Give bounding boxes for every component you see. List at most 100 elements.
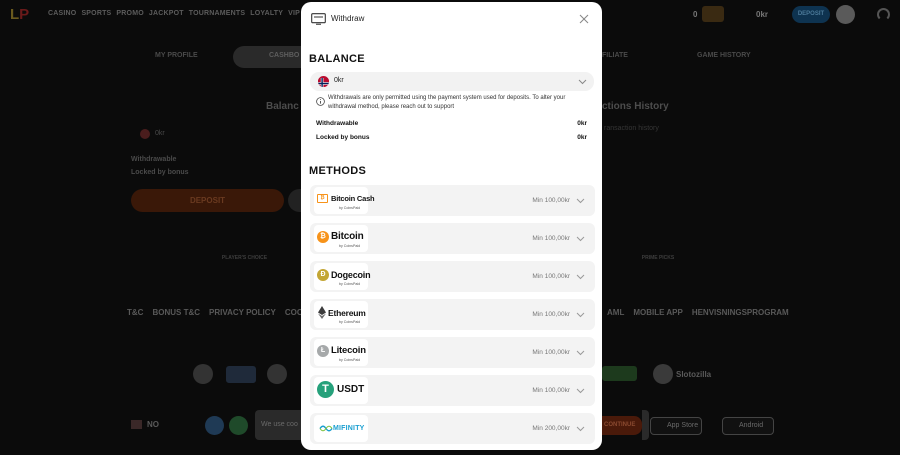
app-store-button[interactable]: App Store [650,417,702,435]
cookie-text: We use coo [261,421,298,428]
chevron-down-icon [576,350,585,356]
nav-loyalty[interactable]: LOYALTY [250,10,283,17]
tab-affiliate[interactable]: FILIATE [602,52,628,59]
nav-promo[interactable]: PROMO [116,10,143,17]
method-bitcoin[interactable]: ₿ Bitcoin by CoinsPaid Min 100,00kr [310,223,595,254]
method-min-amount: Min 100,00kr [532,235,570,242]
method-min-amount: Min 100,00kr [532,273,570,280]
footer-link-aml[interactable]: AML [607,308,624,317]
method-mifinity[interactable]: MIFINITY Min 200,00kr [310,413,595,444]
partner-logo [226,366,256,383]
award-badge-right: PRIME PICKS [641,255,675,261]
norway-flag-icon [318,76,329,87]
method-min-amount: Min 100,00kr [532,197,570,204]
bitcoin-cash-icon: ₿ [317,194,328,203]
tab-game-history[interactable]: GAME HISTORY [697,52,751,59]
nav-jackpot[interactable]: JACKPOT [149,10,184,17]
method-dogecoin[interactable]: Ð Dogecoin by CoinsPaid Min 100,00kr [310,261,595,292]
locked-by-bonus-value: 0kr [577,134,587,141]
withdrawal-info-text: Withdrawals are only permitted using the… [328,95,566,110]
method-logo: ₿ Bitcoin Cash by CoinsPaid [314,187,375,214]
method-min-amount: Min 100,00kr [532,349,570,356]
top-nav: CASINO SPORTS PROMO JACKPOT TOURNAMENTS … [48,10,300,17]
tab-my-profile[interactable]: MY PROFILE [155,52,198,59]
coins-icon [702,6,724,22]
norway-flag-icon [140,129,150,139]
method-logo: T USDT [314,377,368,404]
bg-balance-heading: Balanc [266,101,299,112]
method-provider: by CoinsPaid [339,282,361,286]
site-logo[interactable]: LP [10,6,38,24]
cookie-banner-edge [642,410,649,440]
modal-header: Withdraw [301,2,602,38]
method-name: MIFINITY [333,425,365,432]
bg-deposit-button[interactable]: DEPOSIT [131,189,284,212]
method-bitcoin-cash[interactable]: ₿ Bitcoin Cash by CoinsPaid Min 100,00kr [310,185,595,216]
support-headset-icon[interactable] [877,8,890,21]
bitcoin-icon: ₿ [317,231,329,243]
withdrawable-label: Withdrawable [316,120,359,127]
nav-tournaments[interactable]: TOURNAMENTS [189,10,246,17]
method-min-amount: Min 100,00kr [532,311,570,318]
methods-section-title: METHODS [309,165,367,177]
nav-vip[interactable]: VIP [288,10,300,17]
modal-title: Withdraw [331,14,365,23]
chevron-down-icon [576,198,585,204]
footer-link-mobile-app[interactable]: MOBILE APP [633,308,682,317]
chevron-down-icon [578,79,587,85]
method-usdt[interactable]: T USDT Min 100,00kr [310,375,595,406]
whatsapp-icon[interactable] [229,416,248,435]
chevron-down-icon [576,236,585,242]
method-logo: MIFINITY [314,415,368,442]
android-button[interactable]: Android [722,417,774,435]
info-icon [316,97,325,106]
language-label: NO [147,420,159,429]
balance-section-title: BALANCE [309,53,365,65]
method-litecoin[interactable]: Ł Litecoin by CoinsPaid Min 100,00kr [310,337,595,368]
bg-withdrawable-label: Withdrawable [131,156,177,163]
method-logo: Ethereum by CoinsPaid [314,301,368,328]
bg-withdraw-button[interactable] [288,189,302,212]
telegram-icon[interactable] [205,416,224,435]
bg-locked-label: Locked by bonus [131,169,189,176]
currency-select[interactable]: 0kr [310,72,594,91]
chevron-down-icon [576,426,585,432]
method-name: Dogecoin [331,270,371,280]
footer-link-tc[interactable]: T&C [127,308,143,317]
withdraw-modal: Withdraw BALANCE 0kr Withdrawals are onl… [301,2,602,450]
chevron-down-icon [576,388,585,394]
method-provider: by CoinsPaid [339,244,361,248]
bg-balance-value: 0kr [155,130,165,137]
nav-sports[interactable]: SPORTS [81,10,111,17]
cookie-continue-button[interactable]: CONTINUE [602,416,642,435]
method-name: USDT [337,384,365,395]
slotozilla-text: Slotozilla [676,370,712,379]
partner-logo [602,366,637,381]
footer-links-right: AML MOBILE APP HENVISNINGSPROGRAM [607,308,789,317]
language-selector[interactable]: NO [131,420,159,429]
header-balance[interactable]: 0kr [756,10,768,19]
currency-value: 0kr [334,77,344,84]
method-provider: by CoinsPaid [339,358,361,362]
avatar[interactable] [836,5,855,24]
method-ethereum[interactable]: Ethereum by CoinsPaid Min 100,00kr [310,299,595,330]
slotozilla-logo [653,364,673,384]
method-min-amount: Min 200,00kr [532,425,570,432]
chevron-down-icon [576,312,585,318]
footer-link-privacy[interactable]: PRIVACY POLICY [209,308,276,317]
chevron-down-icon [576,274,585,280]
litecoin-icon: Ł [317,345,329,357]
close-icon[interactable] [578,13,590,25]
mifinity-icon [319,425,333,432]
footer-links-left: T&C BONUS T&C PRIVACY POLICY COOKIE [127,308,316,317]
footer-link-referral[interactable]: HENVISNINGSPROGRAM [692,308,789,317]
method-logo: Ł Litecoin by CoinsPaid [314,339,368,366]
norway-flag-icon [131,420,142,429]
withdrawable-value: 0kr [577,120,587,127]
header-deposit-button[interactable]: DEPOSIT [792,6,830,23]
footer-link-bonus-tc[interactable]: BONUS T&C [152,308,200,317]
partner-logo [193,364,213,384]
nav-casino[interactable]: CASINO [48,10,76,17]
ethereum-icon [318,306,326,319]
method-provider: by CoinsPaid [339,206,361,210]
